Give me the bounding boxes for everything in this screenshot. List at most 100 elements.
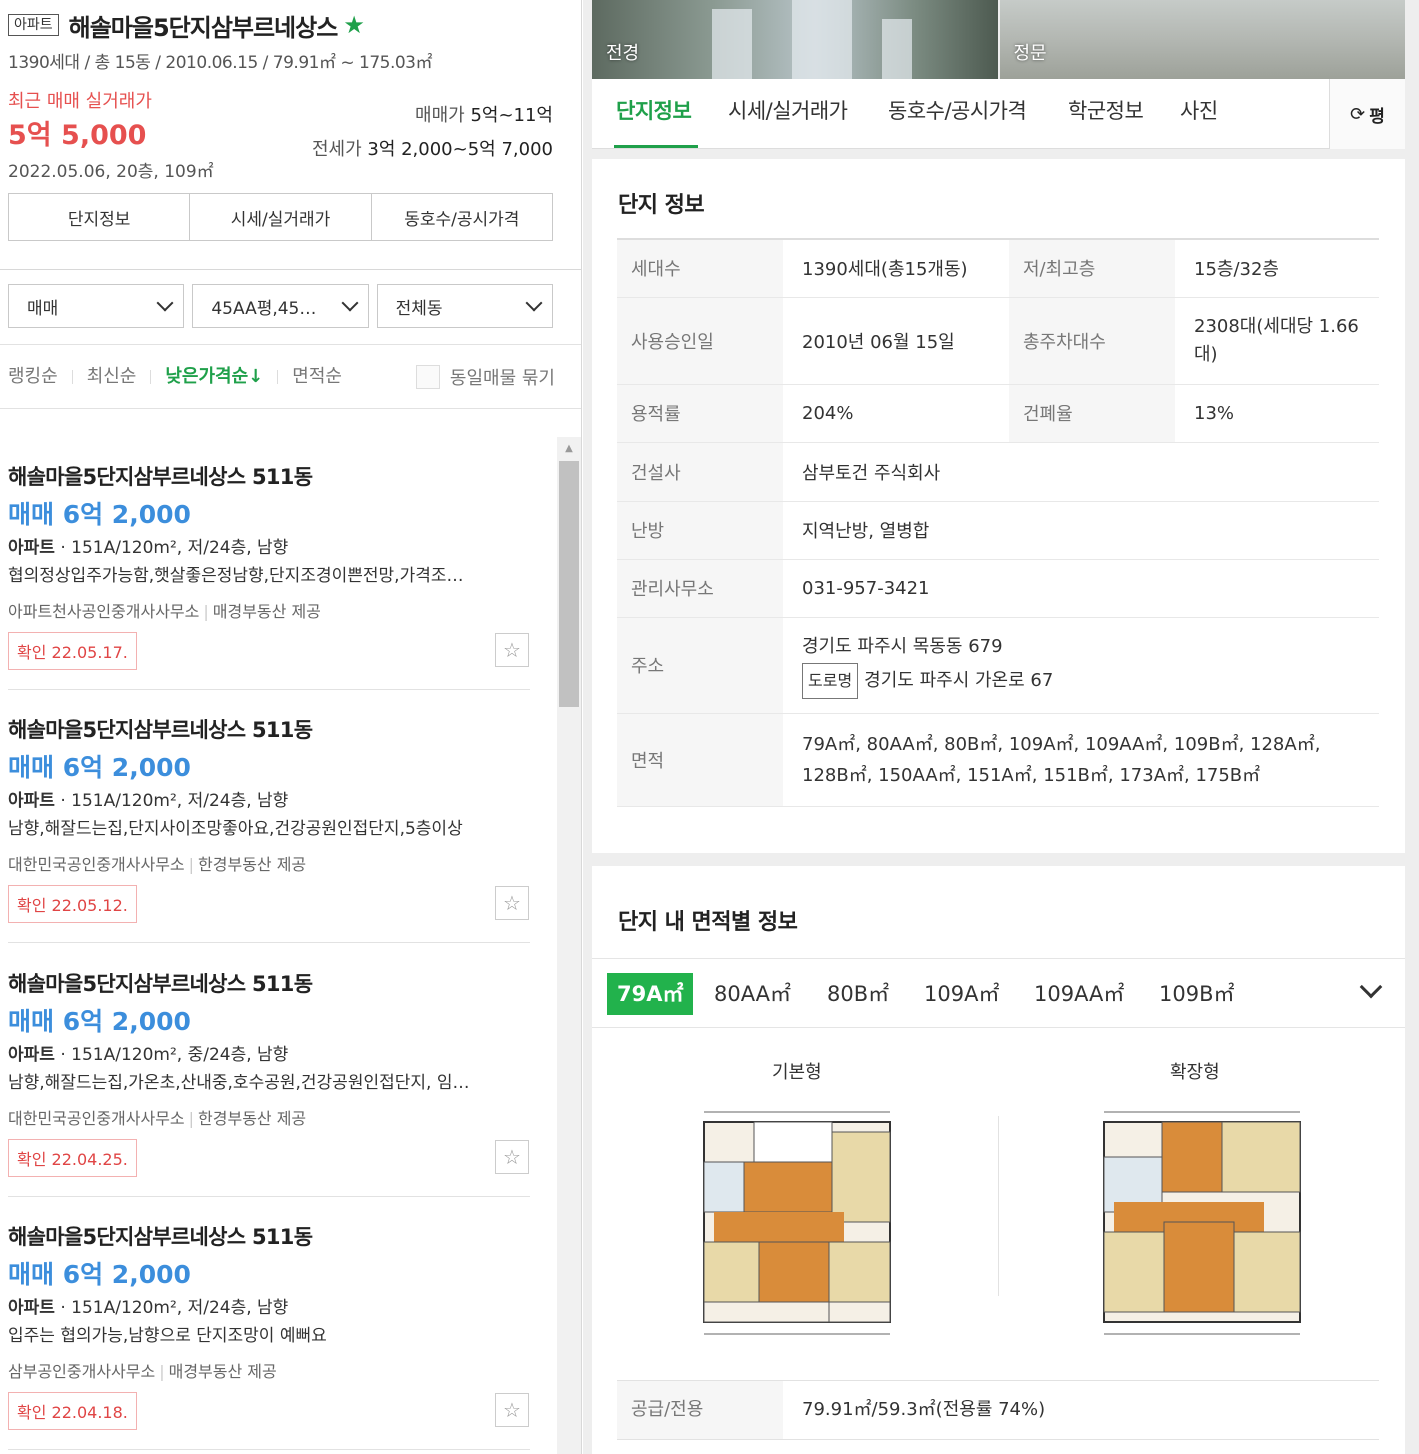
info-key: 난방 [617, 501, 783, 560]
info-value: 2010년 06월 15일 [783, 297, 1009, 385]
info-value: 15층/32층 [1175, 238, 1379, 298]
section-title: 단지 내 면적별 정보 [618, 910, 798, 935]
info-key: 면적 [617, 713, 783, 807]
listing-price: 매매 6억 2,000 [8, 753, 191, 782]
confirm-badge: 확인 22.04.25. [8, 1139, 137, 1177]
listing-title: 해솔마을5단지삼부르네상스 511동 [8, 718, 313, 742]
favorite-star-icon[interactable]: ★ [343, 11, 365, 39]
info-key: 건폐율 [1009, 384, 1175, 443]
area-tab-80b[interactable]: 80B㎡ [827, 973, 889, 1015]
listing-price: 매매 6억 2,000 [8, 1260, 191, 1289]
sort-ranking[interactable]: 랭킹순 [8, 367, 73, 385]
listing-agent: 대한민국공인중개사사무소 | 한경부동산 제공 [8, 1109, 307, 1128]
complex-info-table: 세대수 1390세대(총15개동) 저/최고층 15층/32층 사용승인일 20… [617, 238, 1379, 807]
info-key: 사용승인일 [617, 297, 783, 385]
tab-unit-price[interactable]: 동호수/공시가격 [888, 95, 1027, 125]
chevron-down-icon[interactable] [1359, 975, 1383, 999]
complex-name: 해솔마을5단지삼부르네상스 [68, 13, 339, 42]
building-select[interactable]: 전체동 [376, 284, 553, 328]
listing-spec: 아파트 · 151A/120m², 저/24층, 남향 [8, 791, 289, 811]
info-value: 삼부토건 주식회사 [783, 442, 1379, 502]
detail-tabs: 단지정보 시세/실거래가 동호수/공시가격 학군정보 사진 ⟳ 평 [592, 79, 1405, 149]
info-key: 총주차대수 [1009, 297, 1175, 385]
photo-gate[interactable]: 정문 [999, 0, 1405, 79]
supply-area-row: 공급/전용 79.91㎡/59.3㎡(전용률 74%) [617, 1380, 1379, 1440]
info-key: 건설사 [617, 442, 783, 502]
group-label: 동일매물 묶기 [449, 367, 555, 389]
tab-photos[interactable]: 사진 [1180, 95, 1218, 125]
listing-description: 남향,해잘드는집,단지사이조망좋아요,건강공원인접단지,5층이상 [8, 819, 463, 839]
listing-price: 매매 6억 2,000 [8, 500, 191, 529]
trade-type-select[interactable]: 매매 [8, 284, 185, 328]
recent-trade-label: 최근 매매 실거래가 [8, 91, 152, 112]
list-item[interactable]: 해솔마을5단지삼부르네상스 511동 매매 6억 2,000 아파트 · 151… [8, 437, 530, 690]
list-item[interactable]: 해솔마을5단지삼부르네상스 511동 매매 6억 2,000 아파트 · 151… [8, 1197, 530, 1450]
scroll-thumb[interactable] [559, 461, 579, 707]
plan-label: 확장형 [1170, 1062, 1220, 1083]
sort-bar: 랭킹순 최신순 낮은가격순↓ 면적순 동일매물 묶기 [0, 345, 581, 409]
tab-complex-info[interactable]: 단지정보 [9, 194, 191, 240]
info-value: 79.91㎡/59.3㎡(전용률 74%) [802, 1399, 1046, 1420]
area-tab-109b[interactable]: 109B㎡ [1159, 973, 1235, 1015]
sort-low-price[interactable]: 낮은가격순↓ [165, 367, 279, 385]
info-value: 2308대(세대당 1.66대) [1175, 297, 1379, 385]
plan-label: 기본형 [772, 1062, 822, 1083]
group-checkbox[interactable] [415, 364, 440, 389]
group-same-listing-toggle[interactable]: 동일매물 묶기 [415, 364, 555, 390]
bookmark-star-icon[interactable]: ☆ [495, 633, 529, 667]
listing-panel: 아파트 해솔마을5단지삼부르네상스 ★ 1390세대 / 총 15동 / 201… [0, 0, 582, 1454]
info-key: 주소 [617, 617, 783, 714]
tab-market-price[interactable]: 시세/실거래가 [728, 95, 848, 125]
tab-complex-info[interactable]: 단지정보 [616, 95, 692, 125]
listing-description: 남향,해잘드는집,가온초,산내중,호수공원,건강공원인접단지, 임… [8, 1073, 470, 1093]
refresh-icon: ⟳ [1350, 103, 1366, 125]
filter-bar: 매매 45AA평,45… 전체동 [0, 270, 581, 345]
scroll-up-arrow-icon[interactable]: ▲ [557, 443, 581, 457]
listing-agent: 대한민국공인중개사사무소 | 한경부동산 제공 [8, 855, 307, 874]
detail-panel: 전경 정문 단지정보 시세/실거래가 동호수/공시가격 학군정보 사진 ⟳ 평 … [583, 0, 1419, 1454]
area-select[interactable]: 45AA평,45… [192, 284, 369, 328]
bookmark-star-icon[interactable]: ☆ [495, 1140, 529, 1174]
info-value: 1390세대(총15개동) [783, 238, 1009, 298]
jeonse-price-range: 전세가 3억 2,000~5억 7,000 [311, 139, 553, 160]
info-value: 204% [783, 384, 1009, 443]
complex-info-card: 단지 정보 세대수 1390세대(총15개동) 저/최고층 15층/32층 사용… [592, 159, 1405, 853]
photo-overview[interactable]: 전경 [592, 0, 998, 79]
listing-price: 매매 6억 2,000 [8, 1007, 191, 1036]
area-tab-109aa[interactable]: 109AA㎡ [1034, 973, 1124, 1015]
sort-area[interactable]: 면적순 [292, 367, 356, 385]
area-tab-80aa[interactable]: 80AA㎡ [714, 973, 791, 1015]
area-tab-109a[interactable]: 109A㎡ [924, 973, 999, 1015]
info-value: 031-957-3421 [783, 559, 1379, 618]
active-tab-indicator [614, 145, 698, 148]
divider [998, 1116, 999, 1296]
chevron-down-icon [341, 294, 359, 312]
area-tab-79a[interactable]: 79A㎡ [607, 973, 694, 1015]
list-item[interactable]: 해솔마을5단지삼부르네상스 511동 매매 6억 2,000 아파트 · 151… [8, 944, 530, 1197]
tab-unit-price[interactable]: 동호수/공시가격 [372, 194, 552, 240]
floor-plan-basic[interactable] [674, 1102, 916, 1352]
unit-toggle-button[interactable]: ⟳ 평 [1329, 79, 1405, 149]
info-value: 79A㎡, 80AA㎡, 80B㎡, 109A㎡, 109AA㎡, 109B㎡,… [783, 713, 1379, 807]
bookmark-star-icon[interactable]: ☆ [495, 1393, 529, 1427]
listing-title: 해솔마을5단지삼부르네상스 511동 [8, 1225, 313, 1249]
chevron-down-icon [525, 294, 543, 312]
listing-title: 해솔마을5단지삼부르네상스 511동 [8, 972, 313, 996]
road-name-badge: 도로명 [802, 663, 859, 699]
tab-market-price[interactable]: 시세/실거래가 [190, 194, 372, 240]
listing-agent: 아파트천사공인중개사사무소 | 매경부동산 제공 [8, 602, 321, 621]
info-value: 13% [1175, 384, 1379, 443]
chevron-down-icon [156, 294, 174, 312]
photo-label: 정문 [1013, 43, 1047, 64]
tab-school-info[interactable]: 학군정보 [1068, 95, 1144, 125]
listing-title: 해솔마을5단지삼부르네상스 511동 [8, 465, 313, 489]
bookmark-star-icon[interactable]: ☆ [495, 886, 529, 920]
list-item[interactable]: 해솔마을5단지삼부르네상스 511동 매매 6억 2,000 아파트 · 151… [8, 690, 530, 943]
sort-latest[interactable]: 최신순 [87, 367, 152, 385]
list-scrollbar[interactable]: ▲ [557, 437, 581, 1454]
listing-spec: 아파트 · 151A/120m², 중/24층, 남향 [8, 1045, 289, 1065]
listing-spec: 아파트 · 151A/120m², 저/24층, 남향 [8, 538, 289, 558]
complex-tabs: 단지정보 시세/실거래가 동호수/공시가격 [8, 193, 553, 241]
floor-plan-extended[interactable] [1074, 1102, 1316, 1352]
complex-summary: 1390세대 / 총 15동 / 2010.06.15 / 79.91㎡ ~ 1… [8, 53, 433, 73]
